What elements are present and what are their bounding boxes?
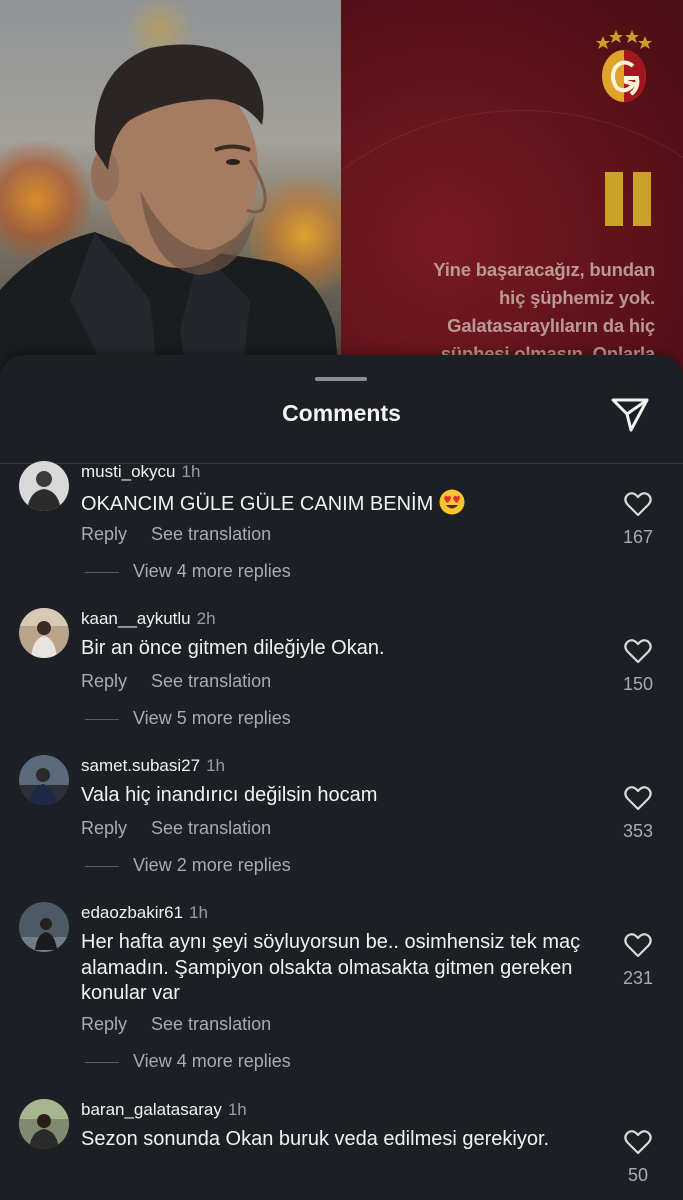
heart-icon[interactable] <box>624 1129 652 1155</box>
comment-text: Vala hiç inandırıcı değilsin hocam <box>81 784 378 806</box>
heart-icon[interactable] <box>624 932 652 958</box>
like-group: 50 <box>617 1129 659 1186</box>
see-translation-button[interactable]: See translation <box>151 1014 271 1034</box>
comment-username[interactable]: kaan__aykutlu 2h <box>81 609 216 629</box>
view-replies-button[interactable]: View 5 more replies <box>85 708 291 729</box>
like-group: 353 <box>617 785 659 842</box>
see-translation-button[interactable]: See translation <box>151 524 271 544</box>
reply-button[interactable]: Reply <box>81 1014 127 1034</box>
avatar[interactable] <box>19 608 69 658</box>
comment-text: OKANCIM GÜLE GÜLE CANIM BENİM <box>81 489 611 518</box>
comment-text: Her hafta aynı şeyi söyluyorsun be.. osi… <box>81 931 581 1004</box>
view-replies-button[interactable]: View 2 more replies <box>85 855 291 876</box>
galatasaray-crest-icon <box>596 30 652 102</box>
see-translation-button[interactable]: See translation <box>151 671 271 691</box>
heart-icon[interactable] <box>624 638 652 664</box>
comment-actions: Reply See translation <box>81 818 295 839</box>
view-replies-button[interactable]: View 4 more replies <box>85 561 291 582</box>
comment-time: 2h <box>196 609 216 628</box>
like-group: 150 <box>617 638 659 695</box>
reply-button[interactable]: Reply <box>81 671 127 691</box>
comment-time: 1h <box>227 1100 247 1119</box>
view-replies-button[interactable]: View 4 more replies <box>85 1051 291 1072</box>
comment-text: Bir an önce gitmen dileğiyle Okan. <box>81 637 385 659</box>
coach-photo <box>0 0 341 400</box>
post-quote: Yine başaracağız, bundan hiç şüphemiz yo… <box>433 259 655 364</box>
comment-text: Sezon sonunda Okan buruk veda edilmesi g… <box>81 1128 550 1150</box>
like-count: 150 <box>622 674 654 694</box>
avatar[interactable] <box>19 902 69 952</box>
like-group: 231 <box>617 932 659 989</box>
comment-time: 1h <box>206 756 225 775</box>
quote-panel: Yine başaracağız, bundan hiç şüphemiz yo… <box>341 0 683 400</box>
avatar[interactable] <box>19 1099 69 1149</box>
heart-icon[interactable] <box>624 785 652 811</box>
sheet-title: Comments <box>282 400 401 426</box>
avatar[interactable] <box>19 755 69 805</box>
comment-actions: Reply See translation <box>81 524 295 545</box>
post-media: Yine başaracağız, bundan hiç şüphemiz yo… <box>0 0 683 400</box>
comments-sheet: Comments musti_okycu 1h OKANCIM GÜLE GÜLE… <box>0 355 683 1200</box>
paper-plane-icon[interactable] <box>609 397 651 433</box>
comment-username[interactable]: edaozbakir61 1h <box>81 903 208 923</box>
comment-actions: Reply See translation <box>81 1014 295 1035</box>
coach-figure <box>0 44 341 400</box>
like-count: 231 <box>622 968 654 988</box>
comment-username[interactable]: musti_okycu 1h <box>81 462 200 482</box>
like-count: 50 <box>627 1165 649 1185</box>
reply-button[interactable]: Reply <box>81 524 127 544</box>
see-translation-button[interactable]: See translation <box>151 818 271 838</box>
reply-button[interactable]: Reply <box>81 818 127 838</box>
drag-handle[interactable] <box>315 377 367 381</box>
heart-eyes-emoji-icon <box>439 489 465 515</box>
comment-time: 1h <box>181 462 201 481</box>
heart-icon[interactable] <box>624 491 652 517</box>
comment-username[interactable]: baran_galatasaray 1h <box>81 1100 247 1120</box>
like-count: 167 <box>622 527 654 547</box>
comment-actions: Reply See translation <box>81 671 295 692</box>
like-group: 167 <box>617 491 659 548</box>
avatar[interactable] <box>19 461 69 511</box>
comment-time: 1h <box>189 903 208 922</box>
like-count: 353 <box>622 821 654 841</box>
comment-username[interactable]: samet.subasi27 1h <box>81 756 225 776</box>
quote-mark-icon <box>605 172 651 226</box>
